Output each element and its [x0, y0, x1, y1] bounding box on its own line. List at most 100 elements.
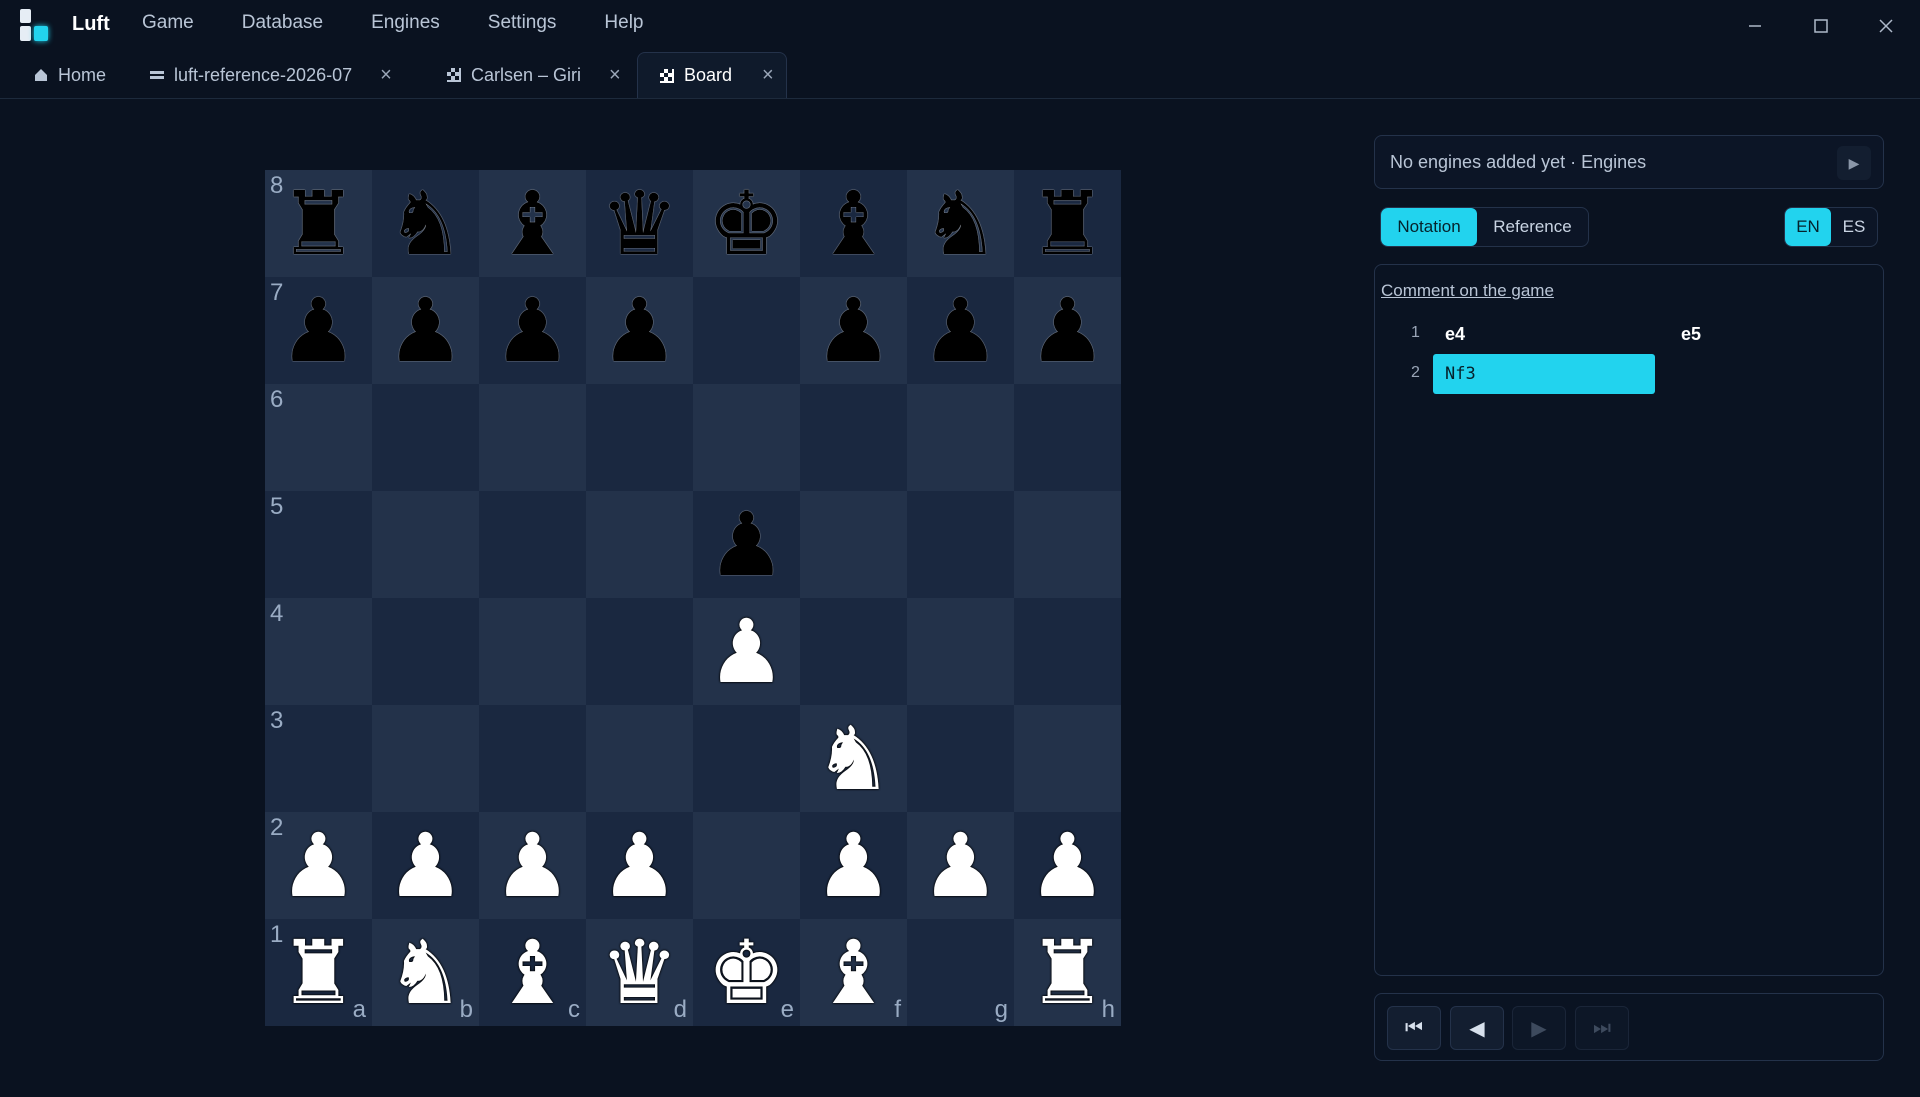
square-c5[interactable] [479, 491, 586, 598]
square-f2[interactable]: ♟ [800, 812, 907, 919]
square-f3[interactable]: ♞ [800, 705, 907, 812]
square-b8[interactable]: ♞ [372, 170, 479, 277]
square-c1[interactable]: ♝ c [479, 919, 586, 1026]
language-en[interactable]: EN [1785, 208, 1831, 246]
tab-game-close-icon[interactable]: × [609, 64, 621, 87]
white-queen-icon[interactable]: ♛ [600, 928, 679, 1017]
white-king-icon[interactable]: ♚ [707, 928, 786, 1017]
square-d2[interactable]: ♟ [586, 812, 693, 919]
square-e2[interactable] [693, 812, 800, 919]
engine-play-button[interactable]: ▶ [1837, 146, 1871, 180]
square-h7[interactable]: ♟ [1014, 277, 1121, 384]
tab-game[interactable]: Carlsen – Giri × [445, 52, 621, 98]
square-e6[interactable] [693, 384, 800, 491]
tab-notation[interactable]: Notation [1381, 208, 1477, 246]
black-pawn-icon[interactable]: ♟ [600, 286, 679, 375]
tab-reference[interactable]: Reference [1477, 208, 1588, 246]
black-pawn-icon[interactable]: ♟ [814, 286, 893, 375]
square-f5[interactable] [800, 491, 907, 598]
square-a8[interactable]: ♜ 8 [265, 170, 372, 277]
square-g2[interactable]: ♟ [907, 812, 1014, 919]
square-b3[interactable] [372, 705, 479, 812]
square-c6[interactable] [479, 384, 586, 491]
square-d7[interactable]: ♟ [586, 277, 693, 384]
black-pawn-icon[interactable]: ♟ [493, 286, 572, 375]
menu-database[interactable]: Database [242, 12, 323, 34]
black-pawn-icon[interactable]: ♟ [707, 500, 786, 589]
black-bishop-icon[interactable]: ♝ [814, 179, 893, 268]
tab-home[interactable]: Home [32, 52, 106, 98]
square-f8[interactable]: ♝ [800, 170, 907, 277]
square-h8[interactable]: ♜ [1014, 170, 1121, 277]
square-g3[interactable] [907, 705, 1014, 812]
square-c8[interactable]: ♝ [479, 170, 586, 277]
black-king-icon[interactable]: ♚ [707, 179, 786, 268]
tab-database[interactable]: luft-reference-2026-07 × [148, 52, 392, 98]
white-pawn-icon[interactable]: ♟ [600, 821, 679, 910]
square-a5[interactable]: 5 [265, 491, 372, 598]
black-pawn-icon[interactable]: ♟ [386, 286, 465, 375]
white-pawn-icon[interactable]: ♟ [386, 821, 465, 910]
square-g8[interactable]: ♞ [907, 170, 1014, 277]
black-rook-icon[interactable]: ♜ [1028, 179, 1107, 268]
white-pawn-icon[interactable]: ♟ [1028, 821, 1107, 910]
white-knight-icon[interactable]: ♞ [814, 714, 893, 803]
white-bishop-icon[interactable]: ♝ [814, 928, 893, 1017]
square-e5[interactable]: ♟ [693, 491, 800, 598]
maximize-button[interactable] [1807, 12, 1835, 40]
square-c2[interactable]: ♟ [479, 812, 586, 919]
white-pawn-icon[interactable]: ♟ [814, 821, 893, 910]
comment-on-game-link[interactable]: Comment on the game [1381, 281, 1554, 301]
white-pawn-icon[interactable]: ♟ [921, 821, 1000, 910]
tab-board[interactable]: Board × [637, 52, 787, 98]
move-white-selected[interactable]: Nf3 [1433, 354, 1655, 394]
square-g7[interactable]: ♟ [907, 277, 1014, 384]
square-a4[interactable]: 4 [265, 598, 372, 705]
black-pawn-icon[interactable]: ♟ [1028, 286, 1107, 375]
square-c7[interactable]: ♟ [479, 277, 586, 384]
move-black[interactable]: e5 [1669, 314, 1849, 354]
menu-engines[interactable]: Engines [371, 12, 440, 34]
square-a1[interactable]: ♜ 1 a [265, 919, 372, 1026]
engine-bar[interactable]: No engines added yet · Engines ▶ [1374, 135, 1884, 189]
square-b7[interactable]: ♟ [372, 277, 479, 384]
square-h3[interactable] [1014, 705, 1121, 812]
square-c4[interactable] [479, 598, 586, 705]
black-knight-icon[interactable]: ♞ [921, 179, 1000, 268]
square-h4[interactable] [1014, 598, 1121, 705]
tab-board-close-icon[interactable]: × [762, 64, 774, 87]
square-d6[interactable] [586, 384, 693, 491]
square-h5[interactable] [1014, 491, 1121, 598]
first-move-button[interactable]: ⏮ [1387, 1006, 1441, 1050]
square-a3[interactable]: 3 [265, 705, 372, 812]
white-bishop-icon[interactable]: ♝ [493, 928, 572, 1017]
language-es[interactable]: ES [1831, 208, 1877, 246]
white-pawn-icon[interactable]: ♟ [707, 607, 786, 696]
square-f1[interactable]: ♝ f [800, 919, 907, 1026]
black-knight-icon[interactable]: ♞ [386, 179, 465, 268]
menu-help[interactable]: Help [604, 12, 643, 34]
previous-move-button[interactable]: ◀ [1450, 1006, 1504, 1050]
black-bishop-icon[interactable]: ♝ [493, 179, 572, 268]
black-pawn-icon[interactable]: ♟ [279, 286, 358, 375]
square-b6[interactable] [372, 384, 479, 491]
menu-game[interactable]: Game [142, 12, 194, 34]
white-pawn-icon[interactable]: ♟ [279, 821, 358, 910]
white-pawn-icon[interactable]: ♟ [493, 821, 572, 910]
minimize-button[interactable] [1741, 12, 1769, 40]
square-g6[interactable] [907, 384, 1014, 491]
square-c3[interactable] [479, 705, 586, 812]
square-e7[interactable] [693, 277, 800, 384]
square-a2[interactable]: ♟ 2 [265, 812, 372, 919]
move-white[interactable]: e4 [1433, 314, 1655, 354]
close-window-button[interactable] [1872, 12, 1900, 40]
black-queen-icon[interactable]: ♛ [600, 179, 679, 268]
square-f6[interactable] [800, 384, 907, 491]
square-h2[interactable]: ♟ [1014, 812, 1121, 919]
square-e3[interactable] [693, 705, 800, 812]
square-h1[interactable]: ♜ h [1014, 919, 1121, 1026]
square-g5[interactable] [907, 491, 1014, 598]
square-f4[interactable] [800, 598, 907, 705]
chess-board[interactable]: ♜ 8 ♞ ♝ ♛ ♚ ♝ ♞ ♜ ♟ 7 ♟ ♟ ♟ ♟ ♟ ♟ 6 5 ♟ 4 ♟ 3 ♞ ♟ 2 ♟ ♟ ♟ ♟ ♟ ♟ ♜ 1 a ♞ b ♝ c ♛… [265, 170, 1121, 1026]
square-d3[interactable] [586, 705, 693, 812]
